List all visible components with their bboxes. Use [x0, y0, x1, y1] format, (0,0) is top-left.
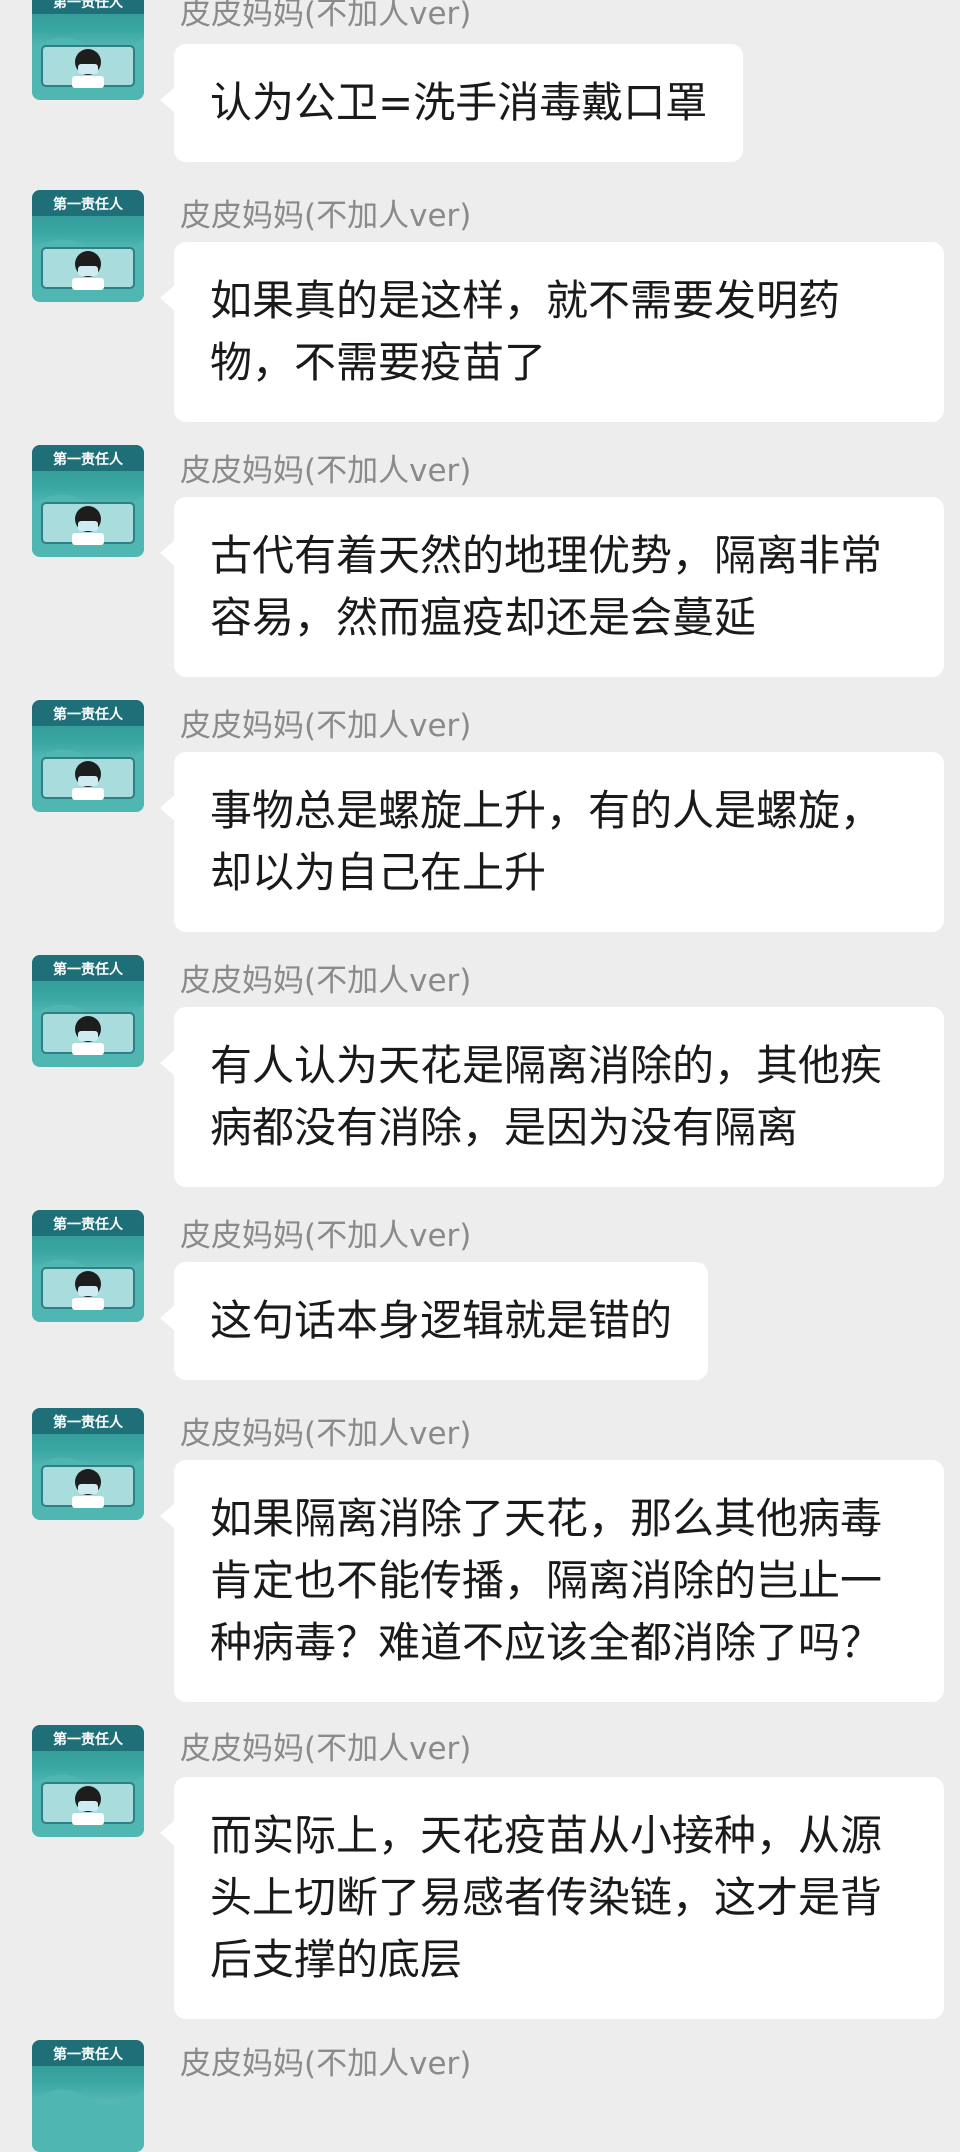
avatar-banner-text: 第一责任人	[53, 451, 124, 468]
message-bubble[interactable]: 古代有着天然的地理优势，隔离非常容易，然而瘟疫却还是会蔓延	[160, 497, 944, 677]
sender-name: 皮皮妈妈(不加人ver)	[180, 2046, 472, 2082]
avatar[interactable]: 第一责任人	[32, 0, 144, 100]
avatar-banner-text: 第一责任人	[53, 1731, 124, 1748]
sender-name: 皮皮妈妈(不加人ver)	[180, 708, 472, 744]
avatar[interactable]: 第一责任人	[32, 700, 144, 812]
sender-name: 皮皮妈妈(不加人ver)	[180, 1416, 472, 1452]
avatar-banner-text: 第一责任人	[53, 196, 124, 213]
sender-name: 皮皮妈妈(不加人ver)	[180, 0, 472, 32]
message-text: 有人认为天花是隔离消除的，其他疾病都没有消除，是因为没有隔离	[210, 1041, 883, 1152]
message-text: 事物总是螺旋上升，有的人是螺旋，却以为自己在上升	[210, 786, 883, 897]
avatar-icon: 第一责任人	[32, 1725, 144, 1837]
avatar-icon: 第一责任人	[32, 1408, 144, 1520]
message-bubble[interactable]: 如果真的是这样，就不需要发明药物，不需要疫苗了	[160, 242, 944, 422]
avatar-banner-text: 第一责任人	[53, 706, 124, 723]
avatar[interactable]: 第一责任人	[32, 2040, 144, 2152]
message-text: 这句话本身逻辑就是错的	[210, 1296, 673, 1345]
avatar-banner-text: 第一责任人	[53, 1414, 124, 1431]
message-bubble[interactable]: 如果隔离消除了天花，那么其他病毒肯定也不能传播，隔离消除的岂止一种病毒？难道不应…	[160, 1460, 944, 1702]
avatar[interactable]: 第一责任人	[32, 445, 144, 557]
message-text: 认为公卫=洗手消毒戴口罩	[210, 78, 708, 127]
avatar-banner-text: 第一责任人	[53, 961, 124, 978]
avatar[interactable]: 第一责任人	[32, 1210, 144, 1322]
message-bubble[interactable]: 认为公卫=洗手消毒戴口罩	[159, 44, 744, 162]
sender-name: 皮皮妈妈(不加人ver)	[180, 1218, 472, 1254]
message-text: 古代有着天然的地理优势，隔离非常容易，然而瘟疫却还是会蔓延	[210, 531, 883, 642]
avatar-icon: 第一责任人	[32, 0, 144, 100]
sender-name: 皮皮妈妈(不加人ver)	[180, 1731, 472, 1767]
avatar-icon: 第一责任人	[32, 190, 144, 302]
message-text: 如果真的是这样，就不需要发明药物，不需要疫苗了	[210, 276, 841, 387]
avatar-icon: 第一责任人	[32, 700, 144, 812]
message-bubble[interactable]: 有人认为天花是隔离消除的，其他疾病都没有消除，是因为没有隔离	[160, 1007, 944, 1187]
avatar-banner-text: 第一责任人	[53, 2046, 124, 2063]
avatar[interactable]: 第一责任人	[32, 1725, 144, 1837]
message-text: 如果隔离消除了天花，那么其他病毒肯定也不能传播，隔离消除的岂止一种病毒？难道不应…	[210, 1494, 883, 1667]
avatar-icon: 第一责任人	[32, 1210, 144, 1322]
sender-name: 皮皮妈妈(不加人ver)	[180, 198, 472, 234]
avatar-banner-text: 第一责任人	[53, 0, 124, 11]
avatar-icon: 第一责任人	[32, 445, 144, 557]
message-text: 而实际上，天花疫苗从小接种，从源头上切断了易感者传染链，这才是背后支撑的底层	[210, 1811, 883, 1984]
sender-name: 皮皮妈妈(不加人ver)	[180, 453, 472, 489]
sender-name: 皮皮妈妈(不加人ver)	[180, 963, 472, 999]
message-bubble[interactable]: 事物总是螺旋上升，有的人是螺旋，却以为自己在上升	[160, 752, 944, 932]
chat-message-list[interactable]: 第一责任人 皮皮妈妈(不加人ver) 认为公卫=洗手消毒戴口罩 第一责任人 皮皮…	[0, 0, 960, 2152]
avatar-icon: 第一责任人	[32, 955, 144, 1067]
message-bubble[interactable]: 而实际上，天花疫苗从小接种，从源头上切断了易感者传染链，这才是背后支撑的底层	[160, 1777, 944, 2019]
avatar[interactable]: 第一责任人	[32, 190, 144, 302]
avatar[interactable]: 第一责任人	[32, 1408, 144, 1520]
avatar-banner-text: 第一责任人	[53, 1216, 124, 1233]
message-bubble[interactable]: 这句话本身逻辑就是错的	[159, 1262, 709, 1380]
avatar[interactable]: 第一责任人	[32, 955, 144, 1067]
avatar-icon: 第一责任人	[32, 2040, 144, 2152]
